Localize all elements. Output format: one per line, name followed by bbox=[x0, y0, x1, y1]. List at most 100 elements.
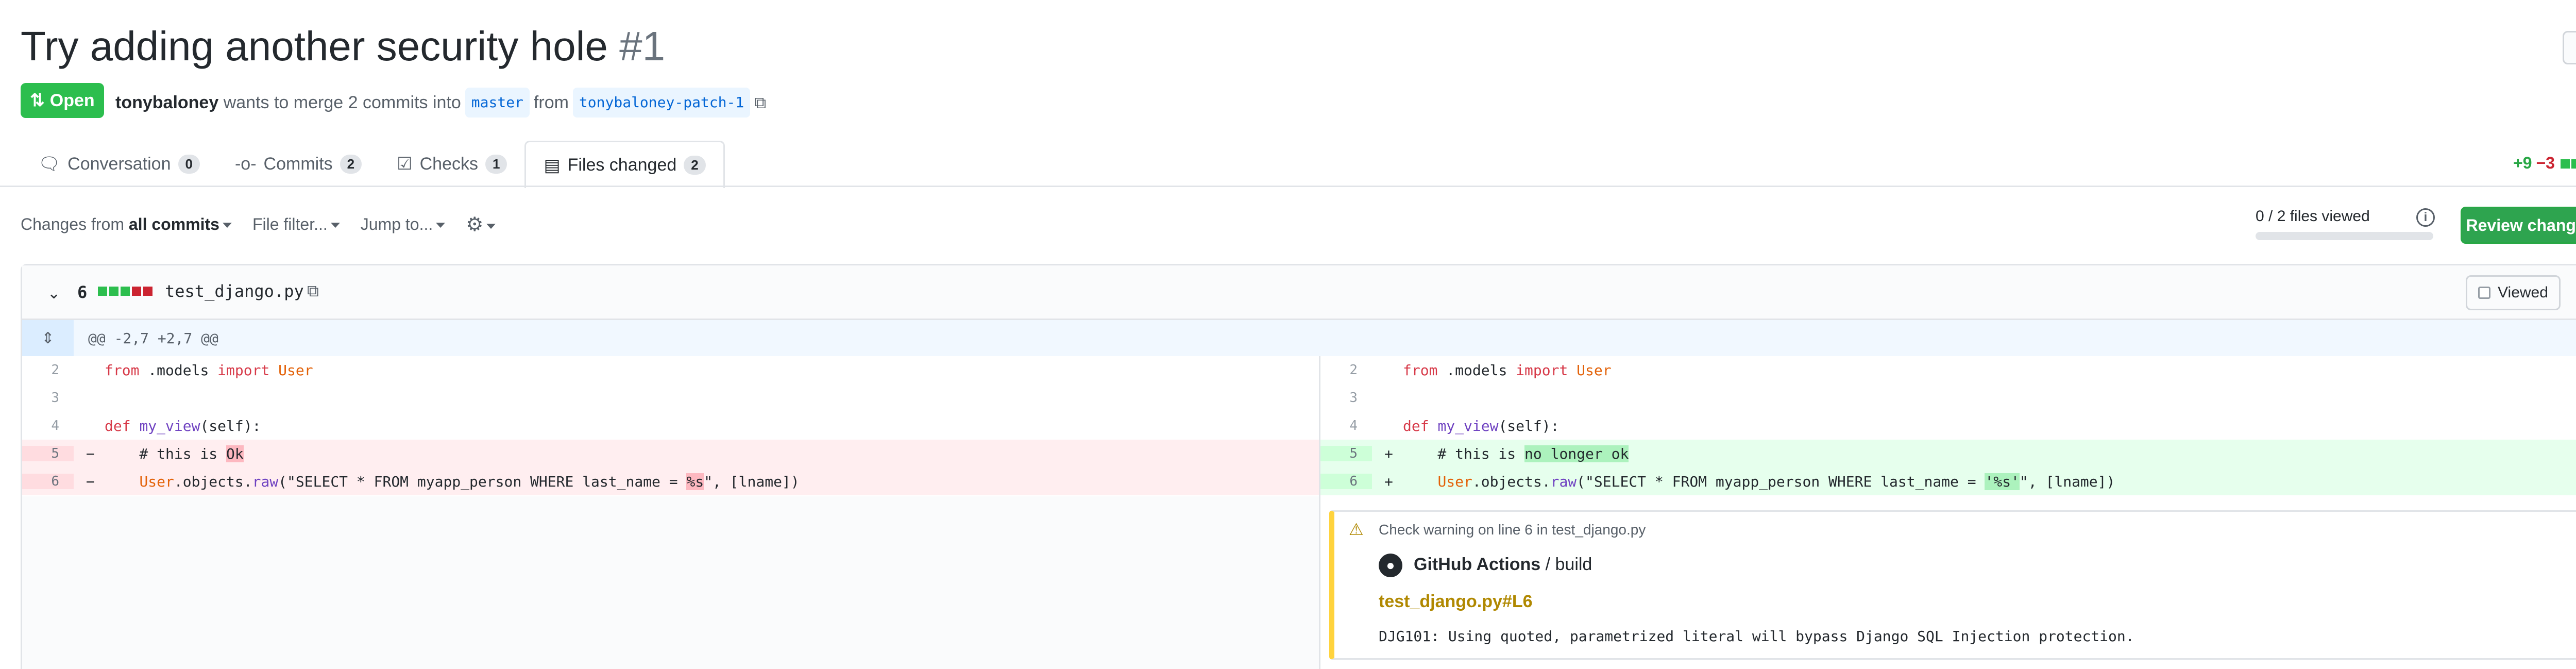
code-token: ", [lname]) bbox=[2019, 473, 2115, 490]
tab-conversation[interactable]: 🗨 Conversation 0 bbox=[21, 141, 217, 187]
diffstat-block bbox=[2560, 159, 2570, 169]
info-icon[interactable]: i bbox=[2416, 208, 2435, 227]
line-number[interactable]: 6 bbox=[1320, 474, 1372, 489]
code-token: .objects. bbox=[174, 473, 252, 490]
file-name-link[interactable]: test_django.py bbox=[165, 281, 304, 301]
code-token: raw bbox=[1550, 473, 1577, 490]
annotation-title: Check warning on line 6 in test_django.p… bbox=[1379, 522, 1646, 538]
changes-from-value: all commits bbox=[128, 214, 219, 233]
settings-dropdown[interactable]: ⚙ bbox=[466, 213, 496, 236]
diff-sign: + bbox=[1384, 473, 1393, 490]
tabs-divider bbox=[0, 186, 2576, 187]
tab-files-changed[interactable]: ▤ Files changed 2 bbox=[524, 141, 725, 188]
annotation-app: GitHub Actions bbox=[1414, 555, 1541, 574]
tab-commits[interactable]: -o- Commits 2 bbox=[217, 141, 379, 187]
chevron-down-icon[interactable]: ⌄ bbox=[47, 285, 60, 303]
tab-label: Checks bbox=[419, 154, 478, 174]
base-branch[interactable]: master bbox=[465, 88, 530, 118]
viewed-checkbox[interactable]: Viewed bbox=[2466, 275, 2561, 310]
annotation-link[interactable]: test_django.py#L6 bbox=[1379, 592, 1533, 612]
file-diffstat-blocks bbox=[98, 287, 155, 296]
head-branch[interactable]: tonybaloney-patch-1 bbox=[572, 88, 751, 118]
code-token: import bbox=[217, 361, 270, 379]
tab-checks[interactable]: ☑ Checks 1 bbox=[379, 141, 524, 187]
line-number[interactable]: 5 bbox=[22, 446, 74, 461]
code-token: my_view bbox=[139, 417, 200, 434]
tab-label: Commits bbox=[263, 154, 333, 174]
diff-line-right: 3 bbox=[1320, 384, 2576, 412]
split-divider bbox=[1319, 356, 1320, 669]
tab-label: Conversation bbox=[67, 154, 171, 174]
merge-text: wants to merge 2 commits into bbox=[223, 93, 461, 112]
code-token: ("SELECT * FROM myapp_person WHERE last_… bbox=[1577, 473, 1985, 490]
github-logo-icon: ● bbox=[1379, 554, 1402, 577]
file-diff-icon: ▤ bbox=[544, 155, 561, 175]
from-text: from bbox=[533, 93, 569, 112]
line-number[interactable]: 3 bbox=[1320, 390, 1372, 406]
review-changes-button[interactable]: Review changes bbox=[2461, 207, 2576, 244]
diffstat-block bbox=[109, 287, 118, 296]
file-filter-dropdown[interactable]: File filter... bbox=[252, 215, 340, 234]
diff-line-left: 3 bbox=[22, 384, 1319, 412]
code-token: my_view bbox=[1437, 417, 1499, 434]
caret-down-icon bbox=[486, 224, 496, 229]
code-text: User.objects.raw("SELECT * FROM myapp_pe… bbox=[94, 473, 800, 490]
diff-sign: − bbox=[86, 445, 95, 462]
page-title: Try adding another security hole #1 bbox=[21, 21, 665, 72]
code-text: def my_view(self): bbox=[1393, 417, 1559, 434]
diff-sign: + bbox=[1384, 445, 1393, 462]
diffstat-block bbox=[121, 287, 130, 296]
line-number[interactable]: 4 bbox=[22, 418, 74, 433]
code-token: User bbox=[1577, 361, 1612, 379]
hunk-header: ⇕ @@ -2,7 +2,7 @@ bbox=[22, 320, 2576, 356]
code-token: ", [lname]) bbox=[704, 473, 800, 490]
code-token: .objects. bbox=[1472, 473, 1551, 490]
pull-request-icon: ⇅ bbox=[30, 91, 45, 110]
code-token: def bbox=[105, 417, 131, 434]
code-token: (self): bbox=[200, 417, 261, 434]
pr-diffstat: +9 −3 bbox=[2513, 154, 2576, 173]
diff-line-right: 2 from .models import User bbox=[1320, 356, 2576, 384]
tab-label: Files changed bbox=[567, 155, 677, 175]
hunk-range: @@ -2,7 +2,7 @@ bbox=[88, 329, 218, 347]
state-label: Open bbox=[49, 90, 95, 110]
tab-counter: 0 bbox=[178, 154, 200, 174]
pr-number: #1 bbox=[619, 23, 666, 69]
line-number[interactable]: 6 bbox=[22, 474, 74, 489]
changes-from-label: Changes from bbox=[21, 214, 124, 233]
tab-counter: 2 bbox=[340, 154, 362, 174]
copy-branch-icon[interactable]: ⧉ bbox=[754, 90, 766, 115]
viewed-label: Viewed bbox=[2498, 284, 2548, 301]
diff-toolbar: Changes from all commits File filter... … bbox=[21, 211, 496, 237]
edit-button[interactable]: Edit bbox=[2563, 31, 2576, 64]
file-changes-count: 6 bbox=[77, 282, 88, 302]
line-number[interactable]: 2 bbox=[1320, 362, 1372, 378]
expand-icon[interactable]: ⇕ bbox=[22, 320, 74, 356]
line-number[interactable]: 2 bbox=[22, 362, 74, 378]
line-number[interactable]: 5 bbox=[1320, 446, 1372, 461]
code-token: from bbox=[105, 361, 140, 379]
code-token: .models bbox=[1437, 361, 1516, 379]
caret-down-icon bbox=[436, 223, 446, 228]
code-token: .models bbox=[139, 361, 218, 379]
code-token: # this is bbox=[105, 445, 227, 462]
line-number[interactable]: 4 bbox=[1320, 418, 1372, 433]
code-token: User bbox=[278, 361, 313, 379]
author-link[interactable]: tonybaloney bbox=[115, 90, 218, 115]
code-token: import bbox=[1516, 361, 1568, 379]
additions-count: +9 bbox=[2513, 154, 2532, 172]
diff-line-left: 5− # this is Ok bbox=[22, 440, 1319, 467]
pr-tabs: 🗨 Conversation 0 -o- Commits 2 ☑ Checks … bbox=[21, 140, 725, 188]
changes-from-dropdown[interactable]: Changes from all commits bbox=[21, 215, 232, 234]
copy-path-icon[interactable]: ⧉ bbox=[307, 281, 319, 301]
checkbox-square bbox=[2478, 287, 2491, 299]
line-number[interactable]: 3 bbox=[22, 390, 74, 406]
diffstat-block bbox=[143, 287, 152, 296]
code-token: User bbox=[139, 473, 174, 490]
jump-to-dropdown[interactable]: Jump to... bbox=[361, 215, 446, 234]
code-token: raw bbox=[252, 473, 279, 490]
comment-icon: 🗨 bbox=[38, 154, 61, 174]
